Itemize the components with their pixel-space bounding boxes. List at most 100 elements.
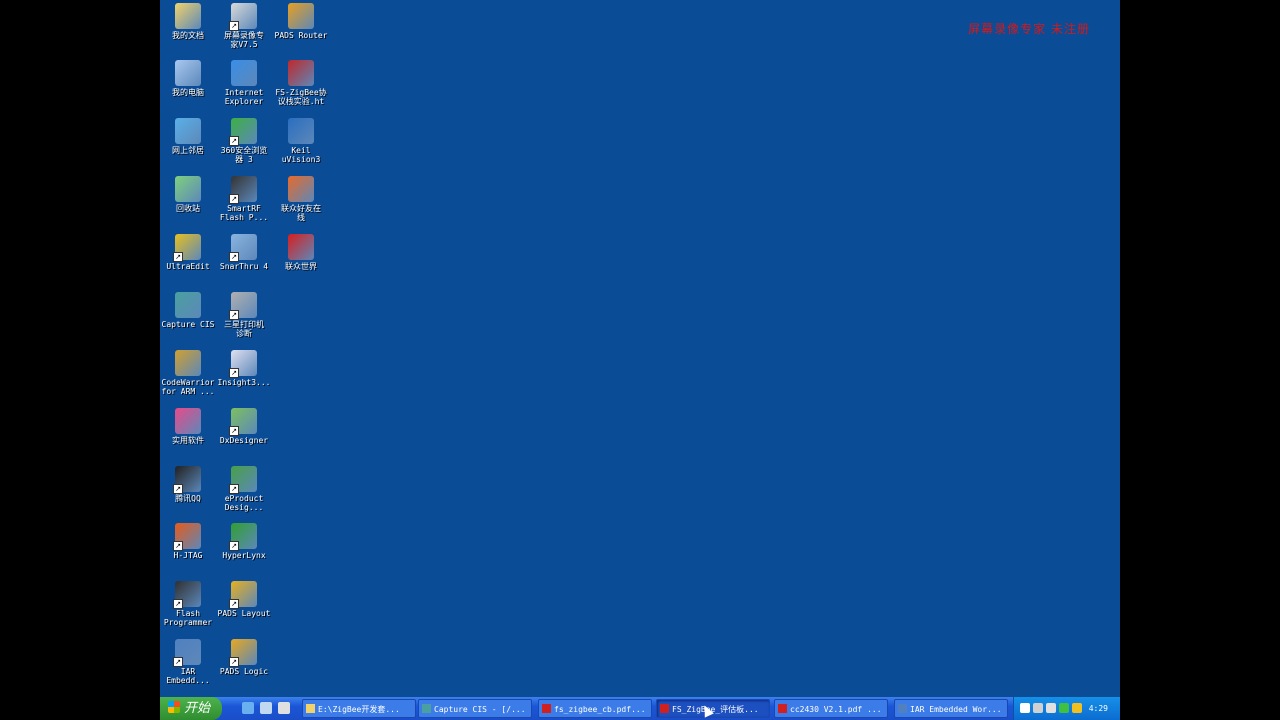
tray-security-icon[interactable] bbox=[1072, 703, 1082, 713]
360-browser-icon: ↗ bbox=[229, 118, 257, 146]
tray-volume-icon[interactable] bbox=[1046, 703, 1056, 713]
eproduct-designer-icon: ↗ bbox=[229, 466, 257, 494]
desktop-icon-label: 三星打印机 诊断 bbox=[224, 320, 264, 338]
lianzhong-friends-icon bbox=[288, 176, 314, 202]
start-label: 开始 bbox=[184, 701, 211, 716]
desktop-icon[interactable]: ↗ 腾讯QQ bbox=[160, 465, 216, 503]
desktop-icon[interactable]: ↗ UltraEdit bbox=[160, 233, 216, 271]
desktop-icon[interactable]: ↗ eProduct Desig... bbox=[216, 465, 272, 512]
desktop-icon[interactable]: ↗ PADS Layout bbox=[216, 580, 272, 618]
desktop-icon[interactable]: FS-ZigBee协 议栈实验.ht bbox=[273, 59, 329, 106]
taskbar: 开始 E:\ZigBee开发套... Capture CIS - [/... fs_… bbox=[160, 697, 1120, 720]
shortcut-arrow-icon: ↗ bbox=[173, 657, 183, 667]
desktop-icon-label: 我的文档 bbox=[172, 31, 204, 40]
tray-network-icon[interactable] bbox=[1033, 703, 1043, 713]
desktop-icon-label: H-JTAG bbox=[173, 551, 203, 560]
desktop-icon[interactable]: 网上邻居 bbox=[160, 117, 216, 155]
shortcut-arrow-icon: ↗ bbox=[229, 541, 239, 551]
desktop-icon[interactable]: ↗ H-JTAG bbox=[160, 522, 216, 560]
desktop-icon-label: HyperLynx bbox=[222, 551, 266, 560]
system-tray: 4:29 bbox=[1013, 697, 1120, 720]
tray-360-icon[interactable] bbox=[1059, 703, 1069, 713]
desktop-icon[interactable]: ↗ 360安全浏览 器 3 bbox=[216, 117, 272, 164]
desktop-icon-label: PADS Layout bbox=[217, 609, 271, 618]
shortcut-arrow-icon: ↗ bbox=[229, 426, 239, 436]
shortcut-arrow-icon: ↗ bbox=[229, 310, 239, 320]
desktop-icon[interactable]: ↗ 屏幕录像专 家V7.5 bbox=[216, 2, 272, 49]
tencent-qq-icon: ↗ bbox=[173, 466, 201, 494]
start-button[interactable]: 开始 bbox=[160, 697, 222, 720]
taskbar-button-label: cc2430 V2.1.pdf ... bbox=[790, 705, 882, 714]
desktop-icon-label: Capture CIS bbox=[161, 320, 215, 329]
desktop-icon[interactable]: PADS Router bbox=[273, 2, 329, 40]
desktop-icon[interactable]: ↗ Insight3... bbox=[216, 349, 272, 387]
desktop-icon-label: 网上邻居 bbox=[172, 146, 204, 155]
iar-task-icon bbox=[898, 704, 907, 713]
desktop-icon[interactable]: ↗ SnarThru 4 bbox=[216, 233, 272, 271]
pdf-task-icon bbox=[660, 704, 669, 713]
desktop-icon[interactable]: Keil uVision3 bbox=[273, 117, 329, 164]
capture-cis-icon bbox=[175, 292, 201, 318]
taskbar-button-label: FS_ZigBee_评估板... bbox=[672, 705, 759, 714]
desktop-icon[interactable]: CodeWarrior for ARM ... bbox=[160, 349, 216, 396]
desktop-icon-label: 腾讯QQ bbox=[175, 494, 201, 503]
desktop-icon[interactable]: 实用软件 bbox=[160, 407, 216, 445]
desktop-icon[interactable]: ↗ PADS Logic bbox=[216, 638, 272, 676]
taskbar-button[interactable]: FS_ZigBee_评估板... bbox=[656, 699, 770, 718]
desktop-icon-label: 联众好友在 线 bbox=[281, 204, 321, 222]
taskbar-button-label: E:\ZigBee开发套... bbox=[318, 705, 400, 714]
desktop-icon[interactable]: ↗ IAR Embedd... bbox=[160, 638, 216, 685]
pads-layout-icon: ↗ bbox=[229, 581, 257, 609]
desktop-icon[interactable]: 我的文档 bbox=[160, 2, 216, 40]
h-jtag-icon: ↗ bbox=[173, 523, 201, 551]
smarthru-icon: ↗ bbox=[229, 234, 257, 262]
desktop-icon[interactable]: ↗ DxDesigner bbox=[216, 407, 272, 445]
taskbar-button[interactable]: fs_zigbee_cb.pdf... bbox=[538, 699, 652, 718]
clock: 4:29 bbox=[1088, 704, 1108, 713]
pdf-task-icon bbox=[542, 704, 551, 713]
desktop-icon-label: Insight3... bbox=[217, 378, 271, 387]
shortcut-arrow-icon: ↗ bbox=[229, 136, 239, 146]
desktop-icon-label: SnarThru 4 bbox=[219, 262, 269, 271]
fs-zigbee-doc-icon bbox=[288, 60, 314, 86]
insight3-icon: ↗ bbox=[229, 350, 257, 378]
media-player-icon[interactable] bbox=[278, 702, 290, 714]
desktop-icon[interactable]: ↗ 三星打印机 诊断 bbox=[216, 291, 272, 338]
desktop-icon-label: eProduct Desig... bbox=[224, 494, 264, 512]
show-desktop-icon[interactable] bbox=[260, 702, 272, 714]
hyperlynx-icon: ↗ bbox=[229, 523, 257, 551]
taskbar-button[interactable]: E:\ZigBee开发套... bbox=[302, 699, 416, 718]
shortcut-arrow-icon: ↗ bbox=[173, 541, 183, 551]
desktop-icon[interactable]: ↗ HyperLynx bbox=[216, 522, 272, 560]
taskbar-button[interactable]: cc2430 V2.1.pdf ... bbox=[774, 699, 888, 718]
screen-recorder-icon: ↗ bbox=[229, 3, 257, 31]
keil-uvision-icon bbox=[288, 118, 314, 144]
shortcut-arrow-icon: ↗ bbox=[173, 599, 183, 609]
shortcut-arrow-icon: ↗ bbox=[229, 599, 239, 609]
taskbar-button[interactable]: Capture CIS - [/... bbox=[418, 699, 532, 718]
taskbar-button[interactable]: IAR Embedded Wor... bbox=[894, 699, 1008, 718]
codewarrior-icon bbox=[175, 350, 201, 376]
desktop-icon[interactable]: 回收站 bbox=[160, 175, 216, 213]
pads-router-icon bbox=[288, 3, 314, 29]
taskbar-button-label: fs_zigbee_cb.pdf... bbox=[554, 705, 646, 714]
ie-quicklaunch-icon[interactable] bbox=[242, 702, 254, 714]
shortcut-arrow-icon: ↗ bbox=[229, 252, 239, 262]
recycle-bin-icon bbox=[175, 176, 201, 202]
utilities-folder-icon bbox=[175, 408, 201, 434]
shortcut-arrow-icon: ↗ bbox=[229, 21, 239, 31]
desktop-icon-label: 我的电脑 bbox=[172, 88, 204, 97]
desktop-icon-label: 屏幕录像专 家V7.5 bbox=[224, 31, 264, 49]
desktop-icon[interactable]: ↗ Flash Programmer bbox=[160, 580, 216, 627]
desktop-icon-label: PADS Logic bbox=[219, 667, 269, 676]
desktop-icon[interactable]: 联众世界 bbox=[273, 233, 329, 271]
desktop-icon[interactable]: 联众好友在 线 bbox=[273, 175, 329, 222]
taskbar-button-label: Capture CIS - [/... bbox=[434, 705, 526, 714]
tray-back-icon[interactable] bbox=[1020, 703, 1030, 713]
desktop-icon[interactable]: Capture CIS bbox=[160, 291, 216, 329]
desktop-icon[interactable]: Internet Explorer bbox=[216, 59, 272, 106]
desktop-icon-label: CodeWarrior for ARM ... bbox=[161, 378, 215, 396]
desktop-icon-label: 实用软件 bbox=[172, 436, 204, 445]
desktop-icon[interactable]: 我的电脑 bbox=[160, 59, 216, 97]
desktop-icon[interactable]: ↗ SmartRF Flash P... bbox=[216, 175, 272, 222]
